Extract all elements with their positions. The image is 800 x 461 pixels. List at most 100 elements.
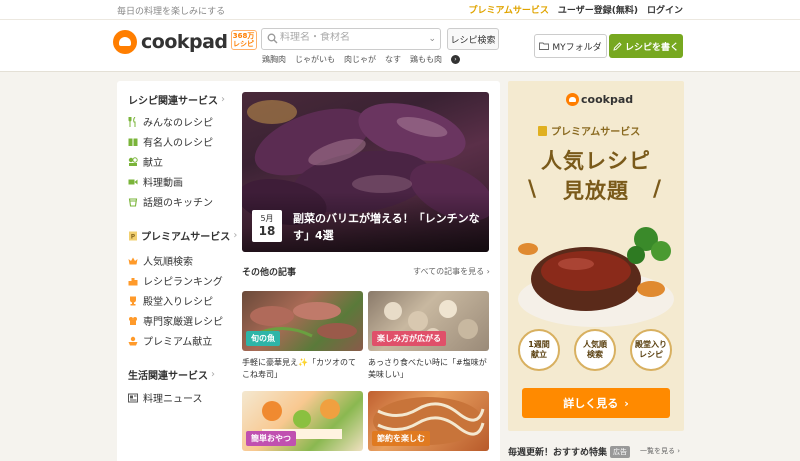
date-day: 18 — [258, 224, 276, 238]
date-badge: 5月 18 — [252, 210, 282, 242]
see-all-articles-link[interactable]: すべての記事を見る › — [413, 266, 490, 277]
sidebar-item-celebrity-recipes[interactable]: 有名人のレシピ — [128, 134, 213, 149]
more-suggestions-icon[interactable]: › — [451, 55, 460, 64]
chef-hat-icon — [113, 30, 137, 54]
feature-circle-text: 1週間 献立 — [528, 340, 550, 359]
feature-title[interactable]: 副菜のバリエが増える！「レンチンなす」4選 — [293, 210, 483, 244]
ad-details-button[interactable]: 詳しく見る › — [522, 388, 670, 418]
sidebar-item-menu-plan[interactable]: 献立 — [128, 154, 163, 169]
sidebar-item-hall-of-fame[interactable]: 殿堂入りレシピ — [128, 293, 213, 308]
trophy-icon — [130, 296, 136, 305]
write-recipe-label: レシピを書く — [624, 42, 679, 53]
login-link[interactable]: ログイン — [647, 3, 683, 16]
sidebar-item-recipe-ranking[interactable]: レシピランキング — [128, 273, 223, 288]
ad-details-label: 詳しく見る — [563, 397, 619, 410]
article-image: 簡単おやつ — [242, 391, 363, 451]
article-caption: 手軽に豪華見え✨「カツオのてこね寿司」 — [242, 358, 356, 379]
search-input[interactable] — [280, 32, 420, 43]
logo-text: cookpad — [141, 31, 228, 53]
recipe-services-title: レシピ関連サービス — [128, 96, 218, 107]
feature-article[interactable]: 5月 18 副菜のバリエが増える！「レンチンなす」4選 — [242, 92, 489, 252]
header: cookpad 368万 レシピ ⌄ レシピ検索 鶏胸肉 じゃがいも 肉じゃが … — [0, 20, 800, 72]
suggestion-item[interactable]: 肉じゃが — [344, 54, 376, 65]
feature-circle-weekly-menu: 1週間 献立 — [518, 329, 560, 371]
feature-circle-popular-search: 人気順 検索 — [574, 329, 616, 371]
sidebar-item-label: みんなのレシピ — [143, 118, 213, 129]
chevron-right-icon: › — [221, 94, 225, 105]
search-icon — [267, 33, 278, 44]
sidebar-item-label: 献立 — [143, 158, 163, 169]
right-column: cookpad プレミアムサービス 人気レシピ \ 見放題 / 1週間 献立 人… — [508, 81, 684, 461]
sidebar-item-popular-search[interactable]: 人気順検索 — [128, 253, 193, 268]
suggestion-item[interactable]: なす — [385, 54, 401, 65]
sidebar-item-label: レシピランキング — [143, 277, 223, 288]
folder-icon — [539, 42, 550, 50]
chef-icon — [129, 316, 137, 325]
suggestion-item[interactable]: じゃがいも — [295, 54, 335, 65]
premium-ad-banner[interactable]: cookpad プレミアムサービス 人気レシピ \ 見放題 / 1週間 献立 人… — [508, 81, 684, 431]
sidebar-item-cooking-news[interactable]: 料理ニュース — [128, 390, 203, 405]
suggestion-item[interactable]: 鶏胸肉 — [262, 54, 286, 65]
feature-circle-hall-of-fame: 殿堂入り レシピ — [630, 329, 672, 371]
sidebar-item-label: 殿堂入りレシピ — [143, 297, 213, 308]
premium-badge-icon: P — [129, 231, 137, 240]
recipe-search-button[interactable]: レシピ検索 — [447, 28, 499, 50]
pencil-icon — [613, 41, 622, 51]
ad-logo-text: cookpad — [581, 93, 634, 106]
sidebar-item-premium-menu[interactable]: プレミアム献立 — [128, 333, 212, 348]
see-all-label: すべての記事を見る — [413, 267, 485, 276]
tagline: 毎日の料理を楽しみにする — [117, 7, 226, 17]
premium-menu-icon — [128, 336, 138, 345]
sidebar-item-label: 料理ニュース — [143, 394, 203, 405]
other-articles-title: その他の記事 — [242, 268, 297, 278]
sidebar-item-label: 話題のキッチン — [143, 198, 213, 209]
article-card[interactable]: 節約を楽しむ — [368, 391, 489, 451]
premium-badge-icon — [538, 125, 547, 136]
hamburg-steak-photo — [518, 227, 674, 327]
chevron-right-icon: › — [624, 396, 629, 410]
sidebar-item-everyone-recipes[interactable]: みんなのレシピ — [128, 114, 213, 129]
article-tag: 簡単おやつ — [246, 431, 296, 446]
article-card[interactable]: 旬の魚 手軽に豪華見え✨「カツオのてこね寿司」 — [242, 291, 363, 381]
myfolder-button[interactable]: MYフォルダ — [534, 34, 607, 58]
slash-right-icon: / — [653, 177, 662, 202]
weekly-see-list-label: 一覧を見る — [640, 447, 675, 455]
register-link[interactable]: ユーザー登録(無料) — [558, 3, 638, 16]
write-recipe-button[interactable]: レシピを書く — [609, 34, 683, 58]
sidebar-item-expert-recipes[interactable]: 専門家厳選レシピ — [128, 313, 223, 328]
crown-icon — [128, 257, 138, 264]
sidebar-item-cooking-videos[interactable]: 料理動画 — [128, 174, 183, 189]
chevron-down-icon[interactable]: ⌄ — [428, 34, 436, 44]
chevron-right-icon: › — [233, 230, 238, 241]
utensils-icon — [128, 116, 136, 127]
sidebar-item-label: プレミアム献立 — [143, 337, 213, 348]
article-tag: 楽しみ方が広がる — [372, 331, 446, 346]
search-box[interactable]: ⌄ — [261, 28, 441, 50]
premium-services-heading[interactable]: P プレミアムサービス › — [128, 228, 237, 243]
ranking-icon — [128, 277, 138, 285]
premium-link[interactable]: プレミアムサービス — [469, 3, 549, 16]
ad-tag: 広告 — [610, 445, 631, 458]
weekly-see-list-link[interactable]: 一覧を見る › — [640, 446, 680, 456]
weekly-feature-heading: 毎週更新！おすすめ特集 広告 — [508, 445, 631, 458]
article-tag: 節約を楽しむ — [372, 431, 430, 446]
suggestion-item[interactable]: 鶏もも肉 — [410, 54, 442, 65]
article-card[interactable]: 楽しみ方が広がる あっさり食べたい時に「#塩味が美味しい」 — [368, 291, 489, 381]
article-image: 旬の魚 — [242, 291, 363, 351]
feature-circle-text: 殿堂入り レシピ — [635, 340, 667, 359]
sidebar-item-trending-kitchen[interactable]: 話題のキッチン — [128, 194, 213, 209]
ad-headline-1: 人気レシピ — [541, 149, 651, 173]
ad-premium-text: プレミアムサービス — [551, 127, 641, 138]
top-nav: プレミアムサービス ユーザー登録(無料) ログイン — [469, 3, 683, 16]
recipe-services-heading[interactable]: レシピ関連サービス › — [128, 92, 225, 107]
article-image: 節約を楽しむ — [368, 391, 489, 451]
chevron-right-icon: › — [211, 369, 215, 380]
recipe-count-badge: 368万 レシピ — [230, 30, 257, 50]
book-icon — [128, 138, 138, 146]
cookpad-logo[interactable]: cookpad 368万 レシピ — [113, 30, 257, 54]
article-card[interactable]: 簡単おやつ — [242, 391, 363, 451]
menu-plan-icon — [128, 156, 138, 166]
main-panel: レシピ関連サービス › みんなのレシピ 有名人のレシピ 献立 料理動画 話題のキッ… — [117, 81, 500, 461]
life-services-heading[interactable]: 生活関連サービス › — [128, 367, 215, 382]
video-icon — [128, 179, 138, 184]
